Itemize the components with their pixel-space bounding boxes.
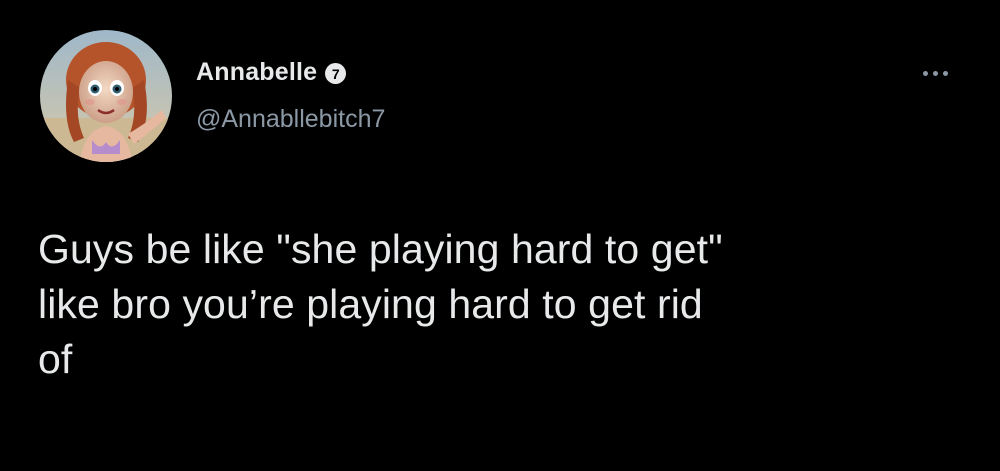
tweet-text-line: like bro you’re playing hard to get rid — [38, 281, 703, 327]
doll-portrait-icon — [40, 30, 172, 162]
author-handle[interactable]: @Annabllebitch7 — [196, 105, 385, 134]
tweet-text: Guys be like "she playing hard to get" l… — [38, 222, 968, 387]
tweet-text-line: Guys be like "she playing hard to get" — [38, 226, 723, 272]
tweet-card: Annabelle 7 @Annabllebitch7 Guys be like… — [0, 0, 1000, 471]
avatar[interactable] — [40, 30, 172, 162]
number-badge-icon: 7 — [325, 63, 347, 84]
more-options-button[interactable] — [912, 60, 958, 86]
tweet-text-line: of — [38, 336, 73, 382]
author-name-row: Annabelle 7 — [196, 58, 347, 87]
ellipsis-dot — [932, 70, 938, 76]
ellipsis-icon — [922, 70, 928, 76]
ellipsis-dot — [942, 70, 948, 76]
author-display-name[interactable]: Annabelle — [196, 58, 317, 87]
